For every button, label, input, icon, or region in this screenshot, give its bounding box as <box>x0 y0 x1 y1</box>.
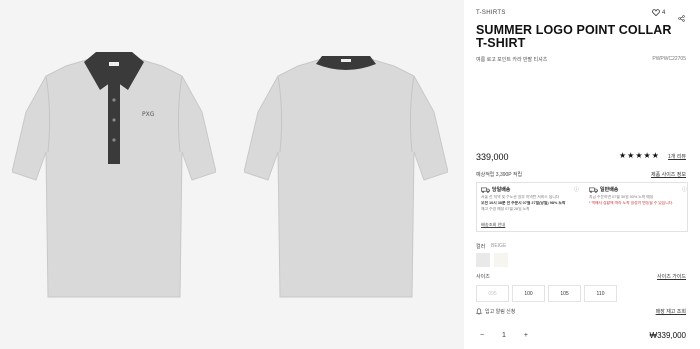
truck-icon <box>589 187 598 193</box>
wishlist-button[interactable]: 4 <box>652 9 665 16</box>
color-swatch-gray[interactable] <box>476 253 490 267</box>
color-label: 컬러 <box>476 244 486 250</box>
points-text: 예상적립 3,390P 적립 <box>476 172 523 178</box>
delivery-line: * 택배사 상황에 따라 도착 일정이 변동될 수 있습니다. <box>589 200 674 205</box>
standard-delivery: 일반배송 ⓘ 지금 주문하면 07월 30일 90% 도착 예정 * 택배사 상… <box>589 186 689 205</box>
restock-alert-button[interactable]: 입고 알림 신청 <box>476 308 515 315</box>
size-option[interactable]: 095 <box>476 285 509 302</box>
star-icon: ★ <box>643 151 651 160</box>
same-day-delivery-title: 당일배송 <box>492 187 511 193</box>
star-icon: ★ <box>619 151 627 160</box>
share-icon <box>678 15 685 22</box>
star-icon: ★ <box>627 151 635 160</box>
star-icon: ★ <box>651 151 659 160</box>
info-icon[interactable]: ⓘ <box>682 186 687 193</box>
delivery-lookup-link[interactable]: 배송조회 안내 <box>481 222 505 228</box>
quantity-stepper: − 1 + <box>478 332 530 339</box>
svg-text:PXG: PXG <box>142 111 155 118</box>
review-link[interactable]: 1개 리뷰 <box>668 153 686 160</box>
size-label: 사이즈 <box>476 274 490 280</box>
product-gallery: PXG <box>0 0 464 349</box>
color-swatch-beige[interactable] <box>494 253 508 267</box>
delivery-line: 재고 수령 예정 07월 28일 도착 <box>481 206 530 211</box>
product-code: PWPWC22705 <box>652 56 686 62</box>
restock-alert-label: 입고 알림 신청 <box>485 309 516 315</box>
size-option[interactable]: 100 <box>512 285 545 302</box>
product-info-panel: T-SHIRTS 4 SUMMER LOGO POINT COLLAR T-SH… <box>464 0 700 349</box>
same-day-delivery-header: 당일배송 <box>481 186 581 193</box>
size-option[interactable]: 105 <box>548 285 581 302</box>
product-image-front[interactable]: PXG <box>12 52 216 302</box>
delivery-line: 서울 전 지역 및 수도권 일부 지역만 서비스 됩니다 <box>481 194 560 199</box>
size-guide-link[interactable]: 사이즈 가이드 <box>657 273 686 280</box>
truck-icon <box>481 187 490 193</box>
store-stock-link[interactable]: 매장 재고 조회 <box>656 308 686 315</box>
size-option[interactable]: 110 <box>584 285 617 302</box>
product-title: SUMMER LOGO POINT COLLAR T-SHIRT <box>476 23 672 50</box>
quantity-increase-button[interactable]: + <box>522 332 530 339</box>
star-icon: ★ <box>635 151 643 160</box>
size-options: 095 100 105 110 <box>476 285 617 302</box>
delivery-line: 지금 주문하면 07월 30일 90% 도착 예정 <box>589 194 654 199</box>
standard-delivery-header: 일반배송 <box>589 186 689 193</box>
standard-delivery-title: 일반배송 <box>600 187 619 193</box>
total-price: ₩339,000 <box>649 331 686 340</box>
heart-icon <box>652 9 660 16</box>
same-day-delivery: 당일배송 ⓘ 서울 전 지역 및 수도권 일부 지역만 서비스 됩니다 오전 1… <box>481 186 581 211</box>
rating-stars: ★ ★ ★ ★ ★ <box>619 152 659 160</box>
breadcrumb[interactable]: T-SHIRTS <box>476 10 506 16</box>
product-subtitle: 여름 로고 포인트 카라 반팔 티셔츠 <box>476 57 548 63</box>
delivery-info-box: 당일배송 ⓘ 서울 전 지역 및 수도권 일부 지역만 서비스 됩니다 오전 1… <box>476 182 688 232</box>
info-icon[interactable]: ⓘ <box>574 186 579 193</box>
quantity-value: 1 <box>502 332 506 339</box>
quantity-decrease-button[interactable]: − <box>478 332 486 339</box>
product-page: PXG T-SHIRTS 4 SUMMER LOGO POINT COLLAR … <box>0 0 700 349</box>
size-table-link[interactable]: 제품 사이즈 정보 <box>651 171 686 178</box>
product-price: 339,000 <box>476 152 509 162</box>
bell-icon <box>476 308 482 315</box>
product-image-back[interactable] <box>244 52 448 302</box>
wishlist-count: 4 <box>662 9 666 16</box>
color-name: BEIGE <box>491 243 507 249</box>
delivery-line: 오전 10시 38분 전 주문시 07월 27일(당일) 98% 도착 <box>481 200 566 205</box>
